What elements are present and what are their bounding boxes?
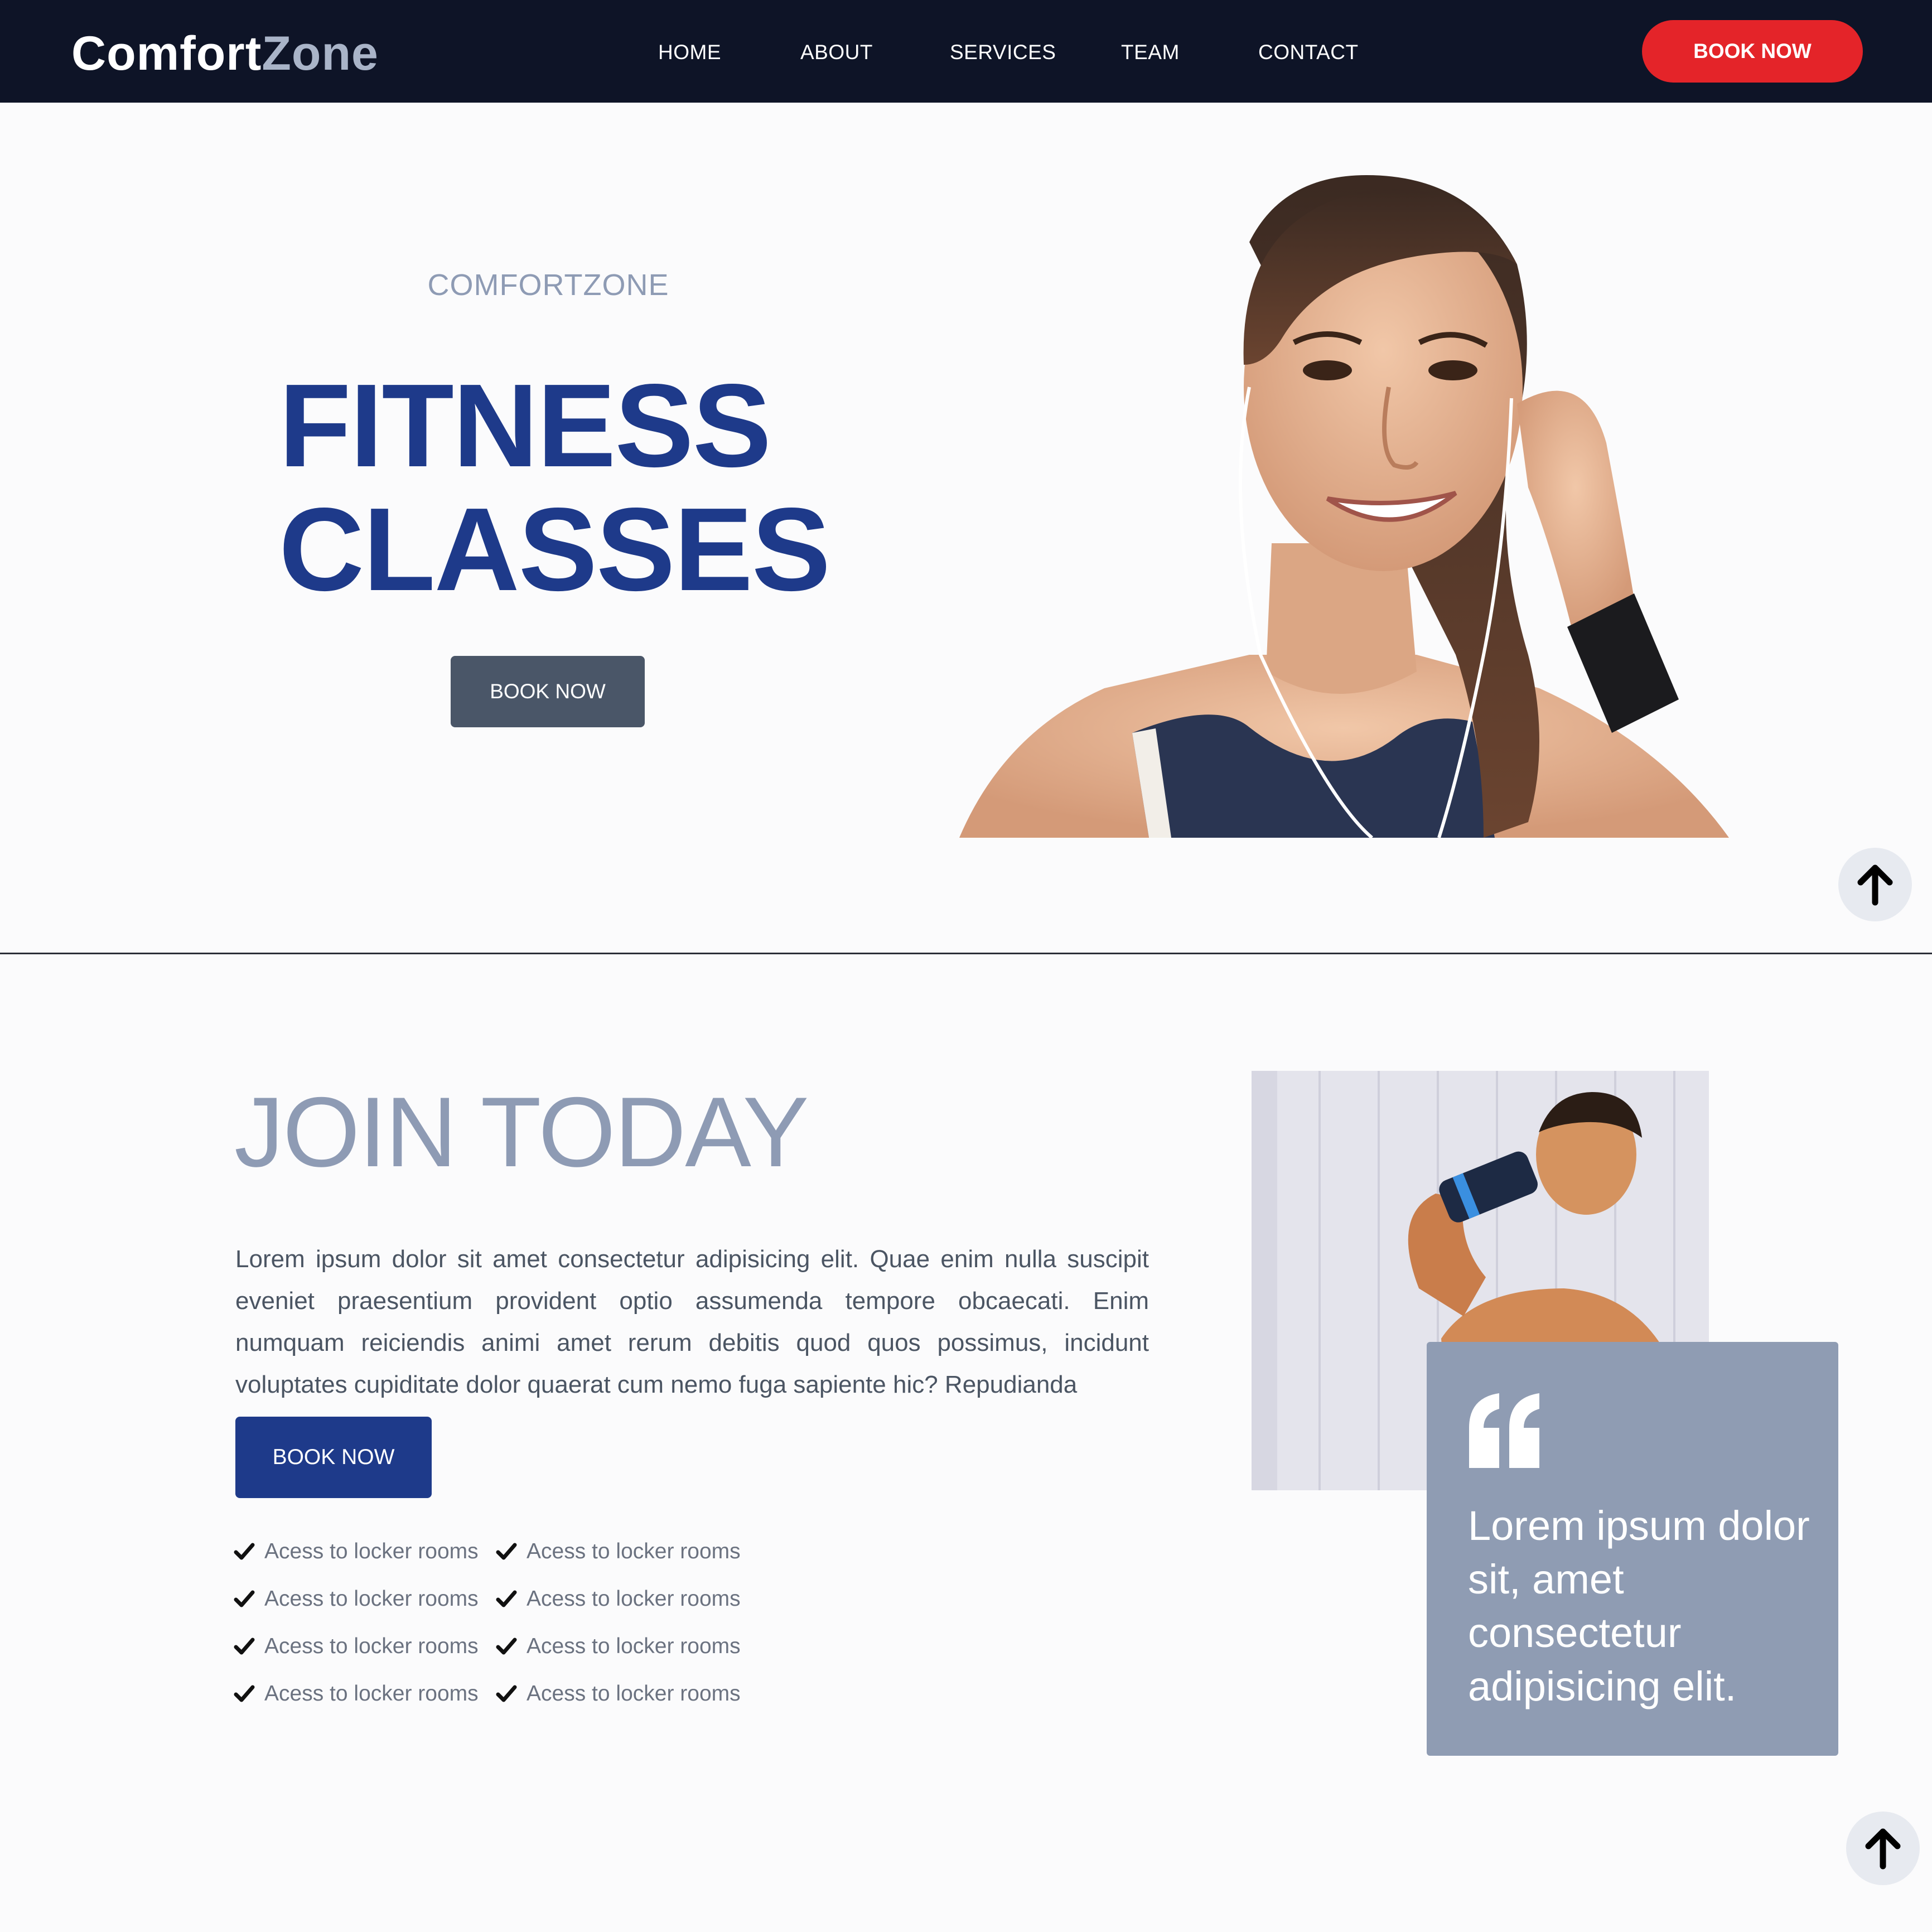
hero-title-line1: FITNESS xyxy=(279,359,771,491)
hero-section: COMFORTZONE FITNESS CLASSES BOOK NOW xyxy=(0,103,1932,953)
hero-eyebrow: COMFORTZONE xyxy=(427,268,669,302)
feature-item: Acess to locker rooms xyxy=(495,1582,741,1616)
hero-image xyxy=(937,153,1762,838)
feature-label: Acess to locker rooms xyxy=(527,1682,741,1706)
hero-title: FITNESS CLASSES xyxy=(279,359,830,615)
checkmark-icon xyxy=(234,1590,255,1607)
section-divider xyxy=(0,953,1932,954)
nav-book-now-button[interactable]: BOOK NOW xyxy=(1642,20,1863,83)
brand-logo[interactable]: ComfortZone xyxy=(71,26,379,81)
nav-team[interactable]: TEAM xyxy=(1121,39,1180,66)
nav-home[interactable]: HOME xyxy=(658,39,721,66)
join-book-now-button[interactable]: BOOK NOW xyxy=(235,1417,432,1498)
join-description: Lorem ipsum dolor sit amet consectetur a… xyxy=(235,1245,1149,1398)
checkmark-icon xyxy=(234,1685,255,1702)
arrow-up-icon xyxy=(1865,1828,1901,1870)
checkmark-icon xyxy=(496,1590,517,1607)
quote-mark-icon xyxy=(1469,1393,1539,1468)
feature-item: Acess to locker rooms xyxy=(495,1630,741,1663)
hero-book-now-button[interactable]: BOOK NOW xyxy=(451,656,645,727)
brand-name-part2: Zone xyxy=(262,27,379,80)
feature-item: Acess to locker rooms xyxy=(495,1535,741,1568)
feature-item: Acess to locker rooms xyxy=(233,1582,479,1616)
navbar: ComfortZone HOME ABOUT SERVICES TEAM CON… xyxy=(0,0,1932,103)
checkmark-icon xyxy=(496,1543,517,1560)
checkmark-icon xyxy=(496,1685,517,1702)
feature-label: Acess to locker rooms xyxy=(264,1682,479,1706)
arrow-up-icon xyxy=(1857,864,1893,906)
hero-title-line2: CLASSES xyxy=(279,483,830,615)
feature-item: Acess to locker rooms xyxy=(233,1535,479,1568)
join-title: JOIN TODAY xyxy=(234,1076,809,1187)
feature-item: Acess to locker rooms xyxy=(233,1677,479,1711)
checkmark-icon xyxy=(496,1638,517,1655)
feature-label: Acess to locker rooms xyxy=(527,1539,741,1563)
feature-label: Acess to locker rooms xyxy=(264,1587,479,1611)
feature-label: Acess to locker rooms xyxy=(527,1634,741,1658)
nav-about[interactable]: ABOUT xyxy=(800,39,873,66)
brand-name-part1: Comfort xyxy=(71,27,262,80)
feature-item: Acess to locker rooms xyxy=(233,1630,479,1663)
feature-label: Acess to locker rooms xyxy=(264,1539,479,1563)
checkmark-icon xyxy=(234,1543,255,1560)
nav-services[interactable]: SERVICES xyxy=(950,39,1056,66)
woman-with-earphones-photo xyxy=(959,175,1729,838)
checkmark-icon xyxy=(234,1638,255,1655)
nav-contact[interactable]: CONTACT xyxy=(1258,39,1359,66)
feature-label: Acess to locker rooms xyxy=(264,1634,479,1658)
scroll-top-button[interactable] xyxy=(1846,1812,1920,1885)
testimonial-text: Lorem ipsum dolor sit, amet consectetur … xyxy=(1468,1503,1810,1709)
scroll-top-button[interactable] xyxy=(1838,848,1912,921)
feature-item: Acess to locker rooms xyxy=(495,1677,741,1711)
testimonial-card: Lorem ipsum dolor sit, amet consectetur … xyxy=(1427,1342,1838,1756)
feature-label: Acess to locker rooms xyxy=(527,1587,741,1611)
